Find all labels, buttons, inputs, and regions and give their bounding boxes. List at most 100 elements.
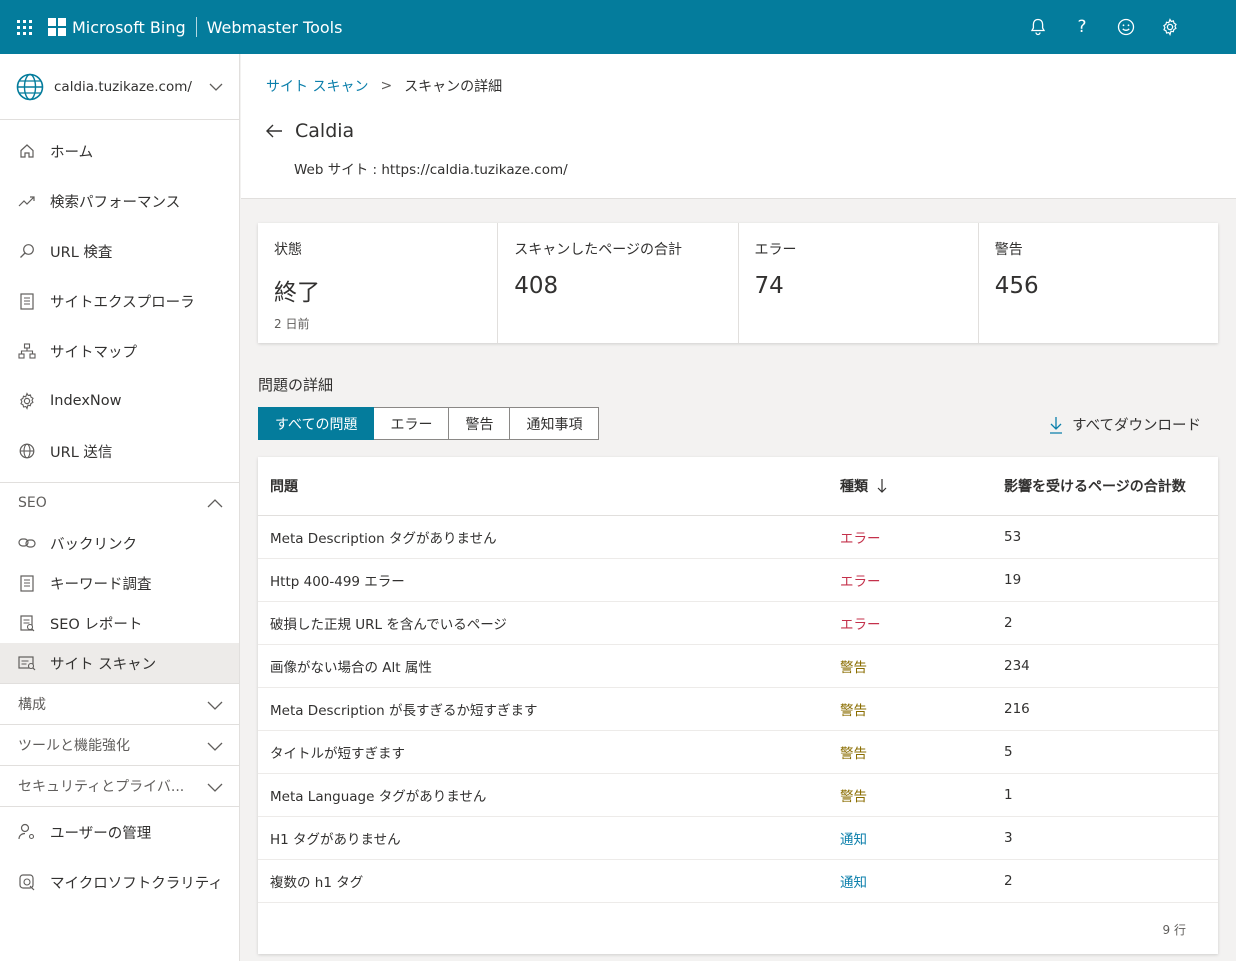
link-icon	[18, 534, 36, 552]
affected-page-count: 216	[1004, 701, 1030, 717]
sidebar-item-label: URL 送信	[50, 444, 113, 461]
home-icon	[18, 142, 36, 160]
sidebar-section-configuration[interactable]: 構成	[0, 683, 239, 724]
sidebar-section-tools[interactable]: ツールと機能強化	[0, 724, 239, 765]
table-row[interactable]: Http 400-499 エラー エラー 19	[258, 559, 1218, 602]
table-row[interactable]: Meta Description タグがありません エラー 53	[258, 516, 1218, 559]
globe-icon	[16, 73, 44, 100]
issue-name: 破損した正規 URL を含んでいるページ	[270, 617, 507, 633]
sidebar-item-label: キーワード調査	[50, 576, 152, 593]
microsoft-logo-icon	[48, 18, 66, 36]
breadcrumb-current: スキャンの詳細	[404, 79, 503, 95]
breadcrumb-link-site-scan[interactable]: サイト スキャン	[266, 76, 368, 96]
sidebar-item-backlinks[interactable]: バックリンク	[0, 523, 239, 563]
sidebar-item-site-scan[interactable]: サイト スキャン	[0, 643, 239, 683]
top-bar: Microsoft Bing Webmaster Tools ?	[0, 0, 1236, 54]
tab-errors[interactable]: エラー	[374, 407, 450, 440]
chevron-down-icon	[207, 701, 223, 710]
tab-all-issues[interactable]: すべての問題	[258, 407, 375, 440]
chevron-down-icon	[209, 83, 223, 91]
globe-icon	[18, 442, 36, 460]
affected-page-count: 19	[1004, 572, 1022, 588]
issue-name: タイトルが短すぎます	[270, 746, 405, 762]
document-icon	[18, 574, 36, 592]
table-row[interactable]: 複数の h1 タグ 通知 2	[258, 860, 1218, 903]
issue-name: Meta Language タグがありません	[270, 789, 487, 805]
document-icon	[18, 292, 36, 310]
help-icon[interactable]: ?	[1072, 17, 1092, 37]
sidebar-item-label: ユーザーの管理	[50, 825, 152, 842]
sidebar-item-label: 検索パフォーマンス	[50, 194, 181, 211]
table-row[interactable]: Meta Description が長すぎるか短すぎます 警告 216	[258, 688, 1218, 731]
sidebar-section-security[interactable]: セキュリティとプライバ...	[0, 765, 239, 806]
sidebar-item-label: ホーム	[50, 144, 94, 161]
download-all-button[interactable]: すべてダウンロード	[1048, 414, 1201, 435]
sidebar-item-indexnow[interactable]: IndexNow	[0, 376, 239, 426]
page-subtitle: Web サイト : https://caldia.tuzikaze.com/	[294, 162, 568, 178]
breadcrumb: サイト スキャン > スキャンの詳細	[266, 76, 502, 96]
back-arrow-icon[interactable]	[263, 120, 285, 142]
stats-card: 状態 終了 2 日前 スキャンしたページの合計 408 エラー 74 警告 45…	[258, 223, 1218, 343]
column-header-affected-pages[interactable]: 影響を受けるページの合計数	[1004, 476, 1218, 496]
sidebar-item-label: サイト スキャン	[50, 656, 157, 673]
waffle-icon[interactable]	[0, 0, 48, 54]
gear-icon[interactable]	[1160, 17, 1180, 37]
issue-type: エラー	[840, 531, 881, 547]
sidebar-item-keyword-research[interactable]: キーワード調査	[0, 563, 239, 603]
sidebar-item-label: サイトエクスプローラ	[50, 294, 195, 311]
brand[interactable]: Microsoft Bing Webmaster Tools	[48, 17, 342, 37]
sidebar-item-label: バックリンク	[50, 536, 137, 553]
stat-total-pages: スキャンしたページの合計 408	[498, 223, 739, 343]
sidebar-item-label: サイトマップ	[50, 344, 137, 361]
issue-name: Meta Description が長すぎるか短すぎます	[270, 703, 538, 719]
download-icon	[1050, 416, 1063, 434]
affected-page-count: 53	[1004, 529, 1022, 545]
affected-page-count: 3	[1004, 830, 1013, 846]
sidebar-section-seo[interactable]: SEO	[0, 482, 239, 523]
issue-filter-tabs: すべての問題 エラー 警告 通知事項	[258, 407, 600, 440]
issue-type: 警告	[840, 660, 867, 676]
sidebar-item-clarity[interactable]: マイクロソフトクラリティ	[0, 857, 239, 907]
table-body: Meta Description タグがありません エラー 53 Http 400-4…	[258, 516, 1218, 903]
page-header: サイト スキャン > スキャンの詳細 Caldia Web サイト : http…	[241, 54, 1236, 199]
site-selector[interactable]: caldia.tuzikaze.com/	[0, 54, 239, 120]
tab-notices[interactable]: 通知事項	[510, 407, 600, 440]
smiley-icon[interactable]	[1116, 17, 1136, 37]
table-row[interactable]: Meta Language タグがありません 警告 1	[258, 774, 1218, 817]
affected-page-count: 2	[1004, 873, 1013, 889]
user-settings-icon	[18, 823, 36, 841]
sidebar-item-user-management[interactable]: ユーザーの管理	[0, 807, 239, 857]
sidebar-item-home[interactable]: ホーム	[0, 126, 239, 176]
table-row[interactable]: H1 タグがありません 通知 3	[258, 817, 1218, 860]
sidebar-item-url-inspection[interactable]: URL 検査	[0, 226, 239, 276]
tab-warnings[interactable]: 警告	[449, 407, 511, 440]
table-row[interactable]: 破損した正規 URL を含んでいるページ エラー 2	[258, 602, 1218, 645]
row-count: 9 行	[1162, 923, 1186, 937]
sitemap-icon	[18, 342, 36, 360]
column-header-type[interactable]: 種類	[840, 476, 1004, 496]
sidebar-item-sitemaps[interactable]: サイトマップ	[0, 326, 239, 376]
page-title: Caldia	[263, 120, 354, 142]
sidebar-item-label: IndexNow	[50, 393, 122, 409]
sidebar-item-site-explorer[interactable]: サイトエクスプローラ	[0, 276, 239, 326]
column-header-issue[interactable]: 問題	[258, 476, 840, 496]
sidebar-item-seo-report[interactable]: SEO レポート	[0, 603, 239, 643]
affected-page-count: 5	[1004, 744, 1013, 760]
issues-table: 問題 種類 影響を受けるページの合計数 Meta Description タグが…	[258, 457, 1218, 954]
sort-down-arrow-icon	[877, 479, 887, 493]
table-header: 問題 種類 影響を受けるページの合計数	[258, 457, 1218, 516]
sidebar-item-url-submission[interactable]: URL 送信	[0, 426, 239, 476]
main-content: サイト スキャン > スキャンの詳細 Caldia Web サイト : http…	[241, 54, 1236, 961]
scan-icon	[18, 654, 36, 672]
sidebar-item-search-performance[interactable]: 検索パフォーマンス	[0, 176, 239, 226]
table-row[interactable]: タイトルが短すぎます 警告 5	[258, 731, 1218, 774]
issue-name: 画像がない場合の Alt 属性	[270, 660, 432, 676]
table-row[interactable]: 画像がない場合の Alt 属性 警告 234	[258, 645, 1218, 688]
affected-page-count: 1	[1004, 787, 1013, 803]
report-icon	[18, 614, 36, 632]
issue-name: H1 タグがありません	[270, 832, 401, 848]
brand-name: Microsoft Bing	[72, 17, 186, 37]
search-icon	[18, 242, 36, 260]
issue-type: エラー	[840, 617, 881, 633]
bell-icon[interactable]	[1028, 17, 1048, 37]
